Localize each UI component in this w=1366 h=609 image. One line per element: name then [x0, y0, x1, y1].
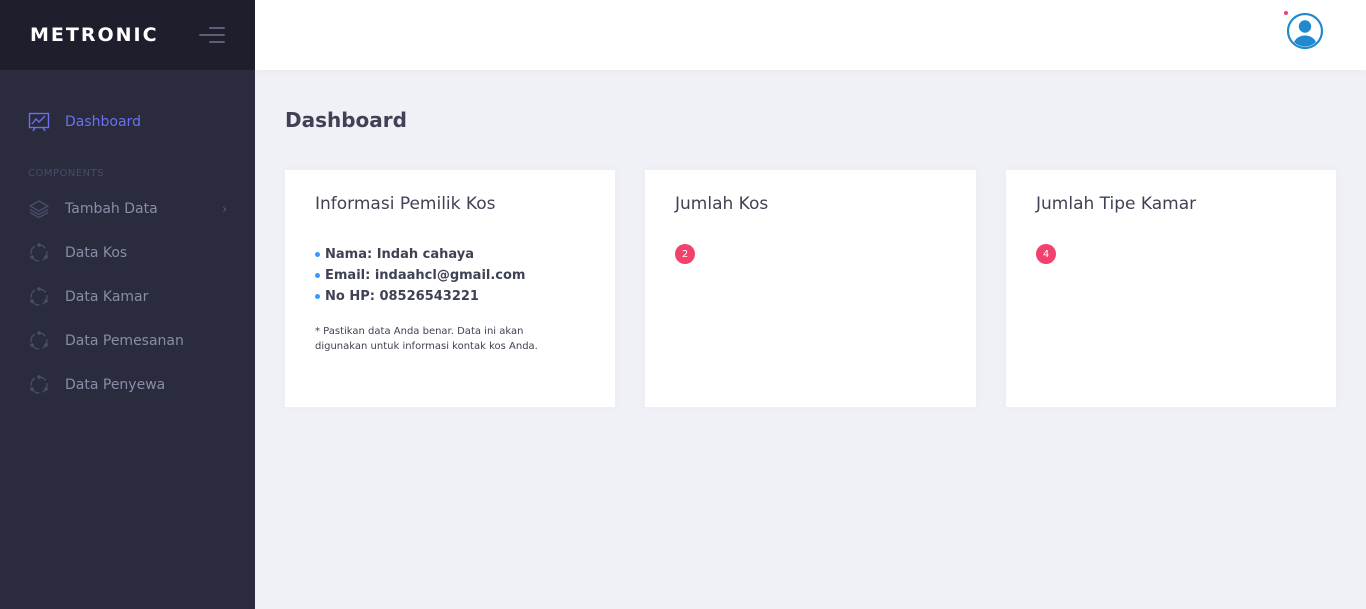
- sidebar-item-data-penyewa[interactable]: Data Penyewa: [0, 363, 255, 407]
- sidebar-item-data-kos[interactable]: Data Kos: [0, 231, 255, 275]
- avatar[interactable]: [1284, 11, 1324, 50]
- owner-email: Email: indaahcl@gmail.com: [325, 268, 526, 283]
- count-badge: 2: [675, 244, 695, 264]
- bullet-icon: [315, 252, 320, 257]
- list-item: No HP: 08526543221: [315, 286, 585, 307]
- owner-info-list: Nama: Indah cahaya Email: indaahcl@gmail…: [315, 244, 585, 307]
- owner-name: Nama: Indah cahaya: [325, 247, 474, 262]
- sidebar-item-label: Tambah Data: [65, 201, 158, 217]
- layers-icon: [28, 198, 50, 220]
- topbar: [255, 0, 1366, 70]
- circle-nodes-icon: [28, 242, 50, 264]
- sidebar-item-data-pemesanan[interactable]: Data Pemesanan: [0, 319, 255, 363]
- brand-logo[interactable]: METRONIC: [30, 24, 159, 46]
- owner-phone: No HP: 08526543221: [325, 289, 479, 304]
- count-badge: 4: [1036, 244, 1056, 264]
- circle-nodes-icon: [28, 330, 50, 352]
- sidebar-toggle-icon[interactable]: [199, 27, 225, 43]
- bullet-icon: [315, 273, 320, 278]
- card-title: Informasi Pemilik Kos: [315, 194, 496, 214]
- sidebar-item-label: Data Penyewa: [65, 377, 166, 393]
- page-title: Dashboard: [285, 108, 407, 132]
- card-title: Jumlah Tipe Kamar: [1036, 194, 1197, 214]
- circle-nodes-icon: [28, 286, 50, 308]
- list-item: Email: indaahcl@gmail.com: [315, 265, 585, 286]
- chevron-right-icon: ›: [222, 202, 227, 216]
- list-item: Nama: Indah cahaya: [315, 244, 585, 265]
- card-title: Jumlah Kos: [675, 194, 769, 214]
- bullet-icon: [315, 294, 320, 299]
- sidebar-section-label: COMPONENTS: [28, 168, 105, 179]
- circle-nodes-icon: [28, 374, 50, 396]
- jumlah-tipe-kamar-card: Jumlah Tipe Kamar 4: [1006, 170, 1336, 407]
- sidebar-item-tambah-data[interactable]: Tambah Data ›: [0, 187, 255, 231]
- notification-dot: [1284, 11, 1288, 15]
- sidebar-item-label: Data Kamar: [65, 289, 149, 305]
- jumlah-kos-card: Jumlah Kos 2: [645, 170, 976, 407]
- sidebar-item-dashboard[interactable]: Dashboard: [0, 100, 255, 144]
- chart-line-icon: [28, 111, 50, 133]
- sidebar-item-data-kamar[interactable]: Data Kamar: [0, 275, 255, 319]
- owner-note: * Pastikan data Anda benar. Data ini aka…: [315, 326, 538, 352]
- brand-bar: METRONIC: [0, 0, 255, 70]
- sidebar-item-label: Data Kos: [65, 245, 128, 261]
- owner-info-card: Informasi Pemilik Kos Nama: Indah cahaya…: [285, 170, 615, 407]
- sidebar-item-label: Dashboard: [65, 114, 141, 130]
- user-avatar-icon: [1286, 12, 1324, 50]
- sidebar: METRONIC Dashboard COMPONENTS Tambah Dat…: [0, 0, 255, 609]
- sidebar-item-label: Data Pemesanan: [65, 333, 184, 349]
- sidebar-menu: Dashboard COMPONENTS Tambah Data › Data …: [0, 70, 255, 407]
